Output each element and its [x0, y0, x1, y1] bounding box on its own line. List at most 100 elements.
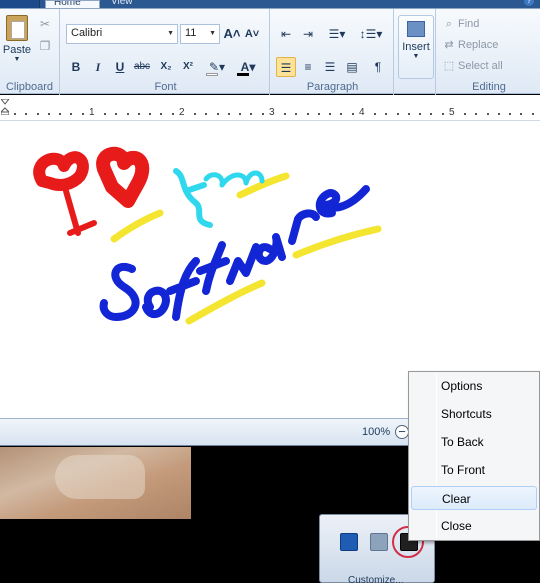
replace-button[interactable]: ⇄ Replace: [442, 36, 498, 54]
paragraph-group-label: Paragraph: [306, 81, 359, 93]
menu-item-shortcuts[interactable]: Shortcuts: [411, 402, 537, 426]
ruler-tick: [487, 113, 489, 115]
ruler-tick: [239, 113, 241, 115]
red-heart-stroke: [96, 147, 150, 208]
ruler-tick: [70, 113, 72, 115]
font-color-icon: A: [240, 60, 250, 74]
ruler-tick: [115, 113, 117, 115]
cyan-stroke: [203, 170, 265, 188]
ruler-number: 5: [449, 107, 455, 118]
strikethrough-button[interactable]: abc: [133, 57, 151, 77]
ruler-tick: [318, 113, 320, 115]
font-size-value: 11: [185, 27, 197, 39]
ruler: 1 2 3 4 5: [0, 95, 540, 121]
blue-stroke: [166, 257, 200, 321]
align-right-icon[interactable]: ☰: [320, 57, 340, 77]
justify-icon[interactable]: ▤: [342, 57, 362, 77]
ruler-tick: [228, 113, 230, 115]
superscript-button[interactable]: X²: [179, 57, 197, 77]
font-color-button[interactable]: A▾: [234, 57, 262, 77]
find-label: Find: [458, 18, 480, 30]
font-family-select[interactable]: Calibri ▼: [66, 24, 178, 44]
tray-app-icon[interactable]: [340, 533, 358, 551]
blue-stroke: [226, 243, 260, 285]
insert-label: Insert: [402, 41, 430, 53]
blue-stroke: [315, 185, 370, 218]
red-heart-stroke: [33, 151, 89, 191]
ruler-number: 1: [89, 107, 95, 118]
paragraph-group: ⇤ ⇥ ☰▾ ↕☰▾ ☰ ≡ ☰ ▤ ¶ Paragraph: [272, 9, 394, 95]
ruler-tick: [59, 113, 61, 115]
clipboard-icon: [6, 15, 28, 41]
align-left-icon[interactable]: ☰: [276, 57, 296, 77]
ruler-tick: [498, 113, 500, 115]
ruler-tick: [419, 113, 421, 115]
underline-button[interactable]: U: [111, 57, 129, 77]
replace-icon: ⇄: [444, 39, 454, 51]
ruler-tick: [172, 113, 174, 115]
ruler-tick: [340, 113, 342, 115]
copy-icon[interactable]: ❐: [38, 39, 52, 53]
highlight-color-swatch: [206, 73, 218, 76]
chevron-down-icon: ▾: [249, 60, 256, 74]
ruler-tick: [475, 113, 477, 115]
chevron-down-icon: ▼: [412, 53, 420, 60]
font-color-swatch: [237, 73, 249, 76]
ruler-tick: [104, 113, 106, 115]
highlight-button[interactable]: ✎▾: [203, 57, 231, 77]
blue-stroke: [196, 241, 230, 295]
picture-icon: [407, 21, 425, 37]
ruler-tick: [205, 113, 207, 115]
select-all-button[interactable]: ⬚ Select all: [442, 57, 503, 75]
ruler-number: 4: [359, 107, 365, 118]
font-family-value: Calibri: [71, 27, 103, 39]
ruler-number: 3: [269, 107, 275, 118]
paste-button[interactable]: Paste ▼: [2, 15, 32, 79]
ruler-tick: [149, 113, 151, 115]
increase-indent-icon[interactable]: ⇥: [298, 24, 318, 44]
ruler-tick: [127, 113, 129, 115]
yellow-stroke: [185, 279, 266, 325]
tray-device-icon[interactable]: [370, 533, 388, 551]
ruler-tick: [385, 113, 387, 115]
clipboard-group-label: Clipboard: [5, 81, 54, 93]
grow-font-button[interactable]: A˄: [223, 24, 241, 44]
ribbon: Paste ▼ ✂ ❐ Clipboard Calibri ▼ 11 ▼ A˄ …: [0, 8, 540, 95]
ruler-tick: [138, 113, 140, 115]
context-menu: Options Shortcuts To Back To Front Clear…: [408, 371, 540, 541]
bold-button[interactable]: B: [67, 57, 85, 77]
bullet-list-icon[interactable]: ☰▾: [322, 24, 352, 44]
yellow-stroke: [110, 209, 164, 243]
shrink-font-button[interactable]: A˅: [243, 24, 261, 44]
ruler-tick: [532, 113, 534, 115]
menu-item-to-front[interactable]: To Front: [411, 458, 537, 482]
align-center-icon[interactable]: ≡: [298, 57, 318, 77]
customize-link[interactable]: Customize...: [348, 575, 404, 583]
blue-stroke: [142, 286, 170, 319]
line-spacing-icon[interactable]: ↕☰▾: [356, 24, 386, 44]
cut-icon[interactable]: ✂: [38, 17, 52, 31]
photo-detail: [55, 455, 145, 499]
menu-item-clear[interactable]: Clear: [411, 486, 537, 510]
replace-label: Replace: [458, 39, 499, 51]
subscript-button[interactable]: X₂: [157, 57, 175, 77]
insert-group: Insert ▼: [396, 9, 436, 95]
zoom-out-button[interactable]: −: [395, 425, 409, 439]
paragraph-settings-icon[interactable]: ¶: [368, 57, 388, 77]
ruler-tick: [520, 113, 522, 115]
italic-button[interactable]: I: [89, 57, 107, 77]
chevron-down-icon: ▼: [167, 30, 174, 37]
insert-button[interactable]: Insert ▼: [398, 15, 434, 79]
ruler-tick: [430, 113, 432, 115]
menu-item-options[interactable]: Options: [411, 374, 537, 398]
menu-item-close[interactable]: Close: [411, 514, 537, 538]
ruler-tick: [509, 113, 511, 115]
ruler-tick: [14, 113, 16, 115]
chevron-down-icon: ▼: [209, 30, 216, 37]
decrease-indent-icon[interactable]: ⇤: [276, 24, 296, 44]
find-button[interactable]: ⌕ Find: [442, 15, 480, 33]
binoculars-icon: ⌕: [445, 18, 453, 30]
font-size-select[interactable]: 11 ▼: [180, 24, 220, 44]
menu-item-to-back[interactable]: To Back: [411, 430, 537, 454]
application-menu-button[interactable]: [0, 0, 40, 8]
